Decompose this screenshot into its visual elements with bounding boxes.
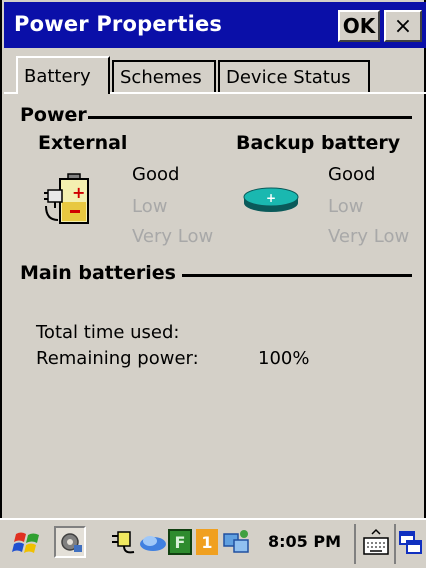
svg-text:+: + [266,191,276,205]
svg-text:+: + [72,183,85,202]
window-frame: Power Properties OK × Battery Schemes De… [0,0,426,568]
close-button[interactable]: × [384,10,422,42]
tab-device-status[interactable]: Device Status [218,60,370,92]
tab-strip-edge [110,92,426,94]
clock[interactable]: 8:05 PM [268,532,341,551]
external-status-low: Low [132,196,168,217]
tab-battery[interactable]: Battery [16,56,110,94]
settings-app-button[interactable] [54,526,86,558]
battery-plug-icon: + [42,168,106,232]
close-icon: × [393,13,413,39]
external-heading: External [38,132,128,154]
main-batteries-section-rule [182,274,412,277]
remaining-power-value: 100% [258,348,310,369]
backup-status-very-low: Very Low [328,226,410,247]
windows-flag-icon[interactable] [12,528,42,558]
ok-button[interactable]: OK [338,10,380,42]
backup-status-good: Good [328,164,376,185]
coin-cell-battery-icon: + [242,186,300,214]
total-time-used-label: Total time used: [36,322,180,343]
window-switch-icon[interactable] [398,528,424,558]
taskbar: F 1 8:05 PM [0,518,426,568]
backup-battery-heading: Backup battery [236,132,401,154]
external-status-very-low: Very Low [132,226,214,247]
settings-gear-icon [61,533,82,552]
main-batteries-section-label: Main batteries [20,262,176,284]
taskbar-divider [394,524,396,564]
backup-status-low: Low [328,196,364,217]
sync-icon[interactable] [222,528,252,556]
remaining-power-label: Remaining power: [36,348,199,369]
power-section-label: Power [20,104,87,126]
external-status-good: Good [132,164,180,185]
power-section-rule [88,116,412,119]
taskbar-divider [354,524,356,564]
window-title: Power Properties [14,12,223,36]
one-indicator-icon[interactable]: 1 [196,529,218,555]
network-icon[interactable] [138,530,168,554]
f-indicator-icon[interactable]: F [168,529,192,555]
title-bar: Power Properties OK × [4,2,426,48]
keyboard-icon[interactable] [362,528,390,558]
tab-strip-edge [4,92,16,94]
tab-schemes[interactable]: Schemes [112,60,216,92]
power-plug-icon[interactable] [110,528,138,556]
